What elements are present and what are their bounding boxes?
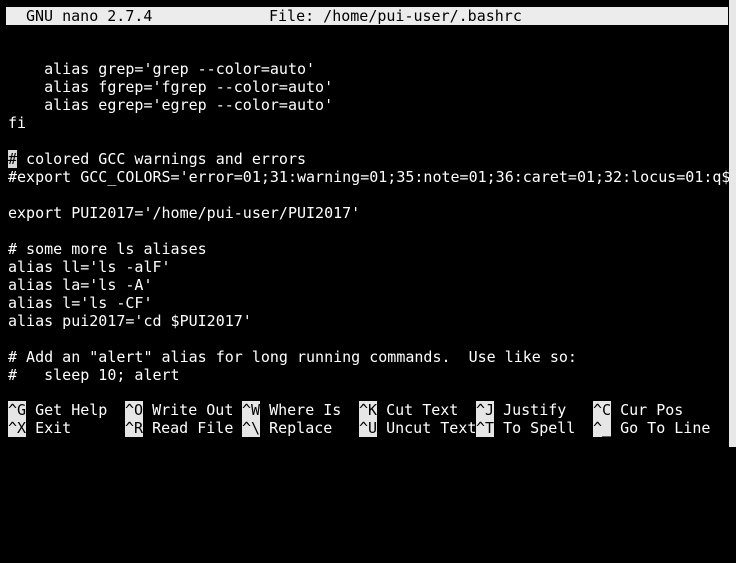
shortcut-key: ^O [125,401,144,419]
shortcut-read-file[interactable]: ^R Read File [125,419,233,437]
shortcut-exit[interactable]: ^X Exit [8,419,71,437]
shortcut-go-to-line[interactable]: ^_ Go To Line [593,419,710,437]
editor-line-2[interactable]: alias grep='grep --color=auto' [8,60,729,78]
shortcut-label: Cur Pos [620,401,684,419]
shortcut-justify[interactable]: ^J Justify [476,401,566,419]
shortcut-where-is[interactable]: ^W Where Is [242,401,341,419]
shortcut-label: Read File [152,419,234,437]
editor-line-6[interactable] [8,132,729,150]
shortcut-label: Where Is [269,401,342,419]
editor-line-10[interactable]: export PUI2017='/home/pui-user/PUI2017' [8,204,729,222]
nano-title-bar: GNU nano 2.7.4 File: /home/pui-user/.bas… [6,7,728,25]
shortcut-to-spell[interactable]: ^T To Spell [476,419,575,437]
shortcut-bar: ^G Get Help ^O Write Out ^W Where Is ^K … [8,401,729,441]
shortcut-row-1: ^G Get Help ^O Write Out ^W Where Is ^K … [8,401,729,419]
shortcut-label: Go To Line [620,419,711,437]
editor-line-11[interactable] [8,222,729,240]
shortcut-label: Justify [503,401,567,419]
text-cursor: # [8,150,18,168]
editor-line-16[interactable]: alias pui2017='cd $PUI2017' [8,312,729,330]
editor-line-1[interactable] [8,42,729,60]
shortcut-key: ^G [8,401,27,419]
shortcut-key: ^C [593,401,612,419]
terminal-window: GNU nano 2.7.4 File: /home/pui-user/.bas… [0,0,729,447]
shortcut-label: Get Help [35,401,108,419]
shortcut-uncut-text[interactable]: ^U Uncut Text [359,419,476,437]
shortcut-row-2: ^X Exit ^R Read File ^\ Replace ^U Uncut… [8,419,729,437]
shortcut-label: Uncut Text [386,419,477,437]
editor-line-18[interactable]: # Add an "alert" alias for long running … [8,348,729,366]
shortcut-key: ^X [8,419,27,437]
editor-line-12[interactable]: # some more ls aliases [8,240,729,258]
shortcut-key: ^R [125,419,144,437]
editor-line-9[interactable] [8,186,729,204]
editor-text-area[interactable]: alias grep='grep --color=auto' alias fgr… [8,42,729,394]
shortcut-get-help[interactable]: ^G Get Help [8,401,107,419]
shortcut-cur-pos[interactable]: ^C Cur Pos [593,401,683,419]
shortcut-key: ^U [359,419,378,437]
editor-line-4[interactable]: alias egrep='egrep --color=auto' [8,96,729,114]
editor-line-7[interactable]: # colored GCC warnings and errors [8,150,729,168]
shortcut-key: ^J [476,401,495,419]
shortcut-label: Exit [35,419,72,437]
editor-line-3[interactable]: alias fgrep='fgrep --color=auto' [8,78,729,96]
shortcut-replace[interactable]: ^\ Replace [242,419,332,437]
window-edge [729,0,736,447]
shortcut-key: ^T [476,419,495,437]
editor-line-13[interactable]: alias ll='ls -alF' [8,258,729,276]
shortcut-write-out[interactable]: ^O Write Out [125,401,233,419]
shortcut-label: Replace [269,419,333,437]
app-title: GNU nano 2.7.4 [26,7,153,25]
shortcut-label: To Spell [503,419,576,437]
editor-line-15[interactable]: alias l='ls -CF' [8,294,729,312]
shortcut-key: ^K [359,401,378,419]
editor-line-7-text: colored GCC warnings and errors [17,150,307,168]
editor-line-19[interactable]: # sleep 10; alert [8,366,729,384]
shortcut-label: Cut Text [386,401,459,419]
shortcut-cut-text[interactable]: ^K Cut Text [359,401,458,419]
editor-line-14[interactable]: alias la='ls -A' [8,276,729,294]
editor-line-8[interactable]: #export GCC_COLORS='error=01;31:warning=… [8,168,729,186]
shortcut-label: Write Out [152,401,234,419]
shortcut-key: ^\ [242,419,261,437]
shortcut-key: ^_ [593,419,612,437]
editor-line-5[interactable]: fi [8,114,729,132]
file-title: File: /home/pui-user/.bashrc [269,7,522,25]
shortcut-key: ^W [242,401,261,419]
editor-line-17[interactable] [8,330,729,348]
